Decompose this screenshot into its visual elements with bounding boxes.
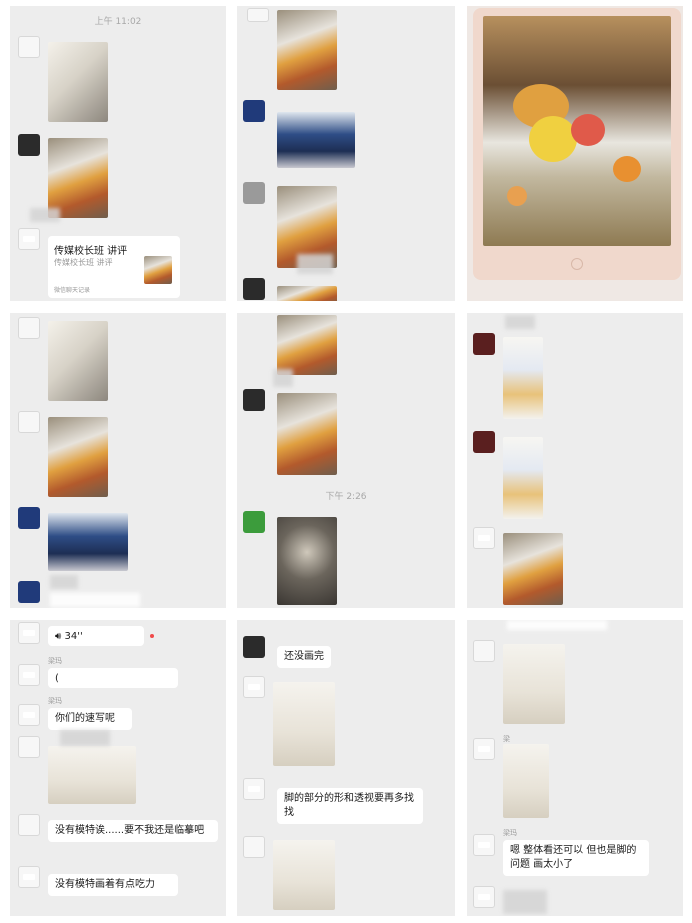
voice-icon: 🔊︎: [55, 631, 62, 642]
card-footer: 微信聊天记录: [54, 287, 91, 294]
image-message[interactable]: [48, 42, 108, 122]
fruit-shape: [571, 114, 605, 146]
sender-name: 梁: [503, 735, 510, 743]
fruit-shape: [529, 116, 577, 162]
card-thumbnail: [144, 256, 172, 284]
fruit-shape: [613, 156, 641, 182]
blurred-content: [503, 890, 547, 914]
text-message[interactable]: 嗯 整体看还可以 但也是脚的问题 画太小了: [503, 840, 649, 876]
image-message[interactable]: [273, 840, 335, 910]
avatar[interactable]: [18, 704, 40, 726]
avatar[interactable]: [473, 431, 495, 453]
unread-dot: [150, 634, 154, 638]
avatar[interactable]: [18, 814, 40, 836]
image-message[interactable]: [273, 682, 335, 766]
image-message[interactable]: [503, 644, 565, 724]
avatar[interactable]: [18, 622, 40, 644]
voice-message[interactable]: 🔊︎ 34'': [48, 626, 144, 646]
avatar[interactable]: [243, 182, 265, 204]
image-message[interactable]: [503, 337, 543, 419]
avatar[interactable]: [243, 636, 265, 658]
chat-panel-7: 🔊︎ 34'' 梁玛 ( 梁玛 你们的速写呢 没有模特诶......要不我还是临…: [10, 620, 226, 916]
avatar[interactable]: [473, 886, 495, 908]
avatar[interactable]: [18, 581, 40, 603]
avatar[interactable]: [473, 834, 495, 856]
blurred-content: [60, 730, 110, 746]
timestamp: 上午 11:02: [94, 17, 142, 27]
image-message[interactable]: [48, 138, 108, 218]
chat-panel-4: [10, 313, 226, 608]
avatar[interactable]: [247, 8, 269, 22]
image-message[interactable]: [277, 517, 337, 605]
voice-icon: (: [55, 673, 59, 684]
image-message[interactable]: [503, 744, 549, 818]
card-title: 传媒校长班 讲评: [54, 246, 128, 257]
avatar[interactable]: [243, 778, 265, 800]
avatar[interactable]: [473, 738, 495, 760]
chat-panel-9: 梁 梁玛 嗯 整体看还可以 但也是脚的问题 画太小了: [467, 620, 683, 916]
avatar[interactable]: [243, 836, 265, 858]
image-message[interactable]: [277, 393, 337, 475]
avatar[interactable]: [243, 100, 265, 122]
home-button[interactable]: [571, 258, 583, 270]
voice-duration: 34'': [64, 631, 83, 642]
avatar[interactable]: [18, 317, 40, 339]
tablet-screen-painting: [483, 16, 671, 246]
avatar[interactable]: [473, 640, 495, 662]
avatar[interactable]: [18, 228, 40, 250]
avatar[interactable]: [18, 866, 40, 888]
image-message[interactable]: [48, 321, 108, 401]
avatar[interactable]: [18, 507, 40, 529]
avatar[interactable]: [18, 736, 40, 758]
avatar[interactable]: [18, 134, 40, 156]
image-message[interactable]: [277, 112, 355, 168]
blurred-content: [273, 369, 293, 387]
chat-panel-2: [237, 6, 455, 301]
image-message[interactable]: [503, 437, 543, 519]
avatar[interactable]: [18, 664, 40, 686]
chat-panel-1: 上午 11:02 传媒校长班 讲评 传媒校长班 讲评 微信聊天记录: [10, 6, 226, 301]
image-message[interactable]: [48, 513, 128, 571]
text-message[interactable]: 脚的部分的形和透视要再多找找: [277, 788, 423, 824]
blurred-content: [50, 575, 78, 589]
sender-name: 梁玛: [503, 829, 517, 837]
blurred-content: [507, 620, 607, 630]
avatar[interactable]: [473, 333, 495, 355]
image-message[interactable]: [277, 315, 337, 375]
chat-panel-6: [467, 313, 683, 608]
blurred-content: [50, 593, 140, 607]
avatar[interactable]: [243, 676, 265, 698]
avatar[interactable]: [243, 278, 265, 300]
image-message[interactable]: [503, 533, 563, 605]
image-message[interactable]: [277, 10, 337, 90]
chat-panel-5: 下午 2:26: [237, 313, 455, 608]
chat-panel-8: 还没画完 脚的部分的形和透视要再多找找: [237, 620, 455, 916]
photo-panel-3: [467, 6, 683, 301]
blurred-content: [30, 208, 60, 222]
avatar[interactable]: [243, 511, 265, 533]
sender-name: 梁玛: [48, 697, 62, 705]
fruit-shape: [507, 186, 527, 206]
card-subtitle: 传媒校长班 讲评: [54, 258, 113, 267]
avatar[interactable]: [473, 527, 495, 549]
voice-message[interactable]: (: [48, 668, 178, 688]
image-message[interactable]: [277, 286, 337, 301]
image-message[interactable]: [48, 417, 108, 497]
image-message[interactable]: [48, 746, 136, 804]
avatar[interactable]: [18, 411, 40, 433]
text-message[interactable]: 没有模特诶......要不我还是临摹吧: [48, 820, 218, 842]
avatar[interactable]: [18, 36, 40, 58]
blurred-content: [297, 254, 333, 274]
sender-name: 梁玛: [48, 657, 62, 665]
text-message[interactable]: 还没画完: [277, 646, 331, 668]
tablet-device: [473, 8, 681, 280]
text-message[interactable]: 你们的速写呢: [48, 708, 132, 730]
chat-record-card[interactable]: 传媒校长班 讲评 传媒校长班 讲评 微信聊天记录: [48, 236, 180, 298]
avatar[interactable]: [243, 389, 265, 411]
text-message[interactable]: 没有模特画着有点吃力: [48, 874, 178, 896]
blurred-content: [505, 315, 535, 329]
timestamp: 下午 2:26: [325, 492, 367, 502]
